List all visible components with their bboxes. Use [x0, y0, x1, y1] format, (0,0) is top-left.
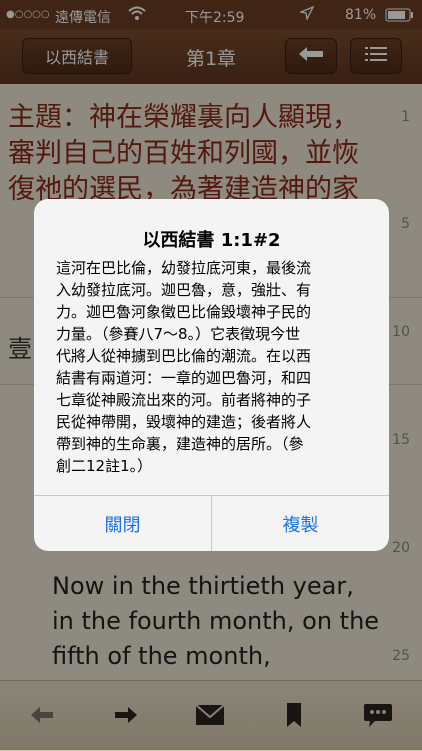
dialog-button-row: 關閉 複製 — [34, 495, 389, 551]
footnote-dialog: 以西結書 1:1#2 這河在巴比倫，幼發拉底河東，最後流 入幼發拉底河。迦巴魯，… — [34, 199, 389, 551]
copy-button[interactable]: 複製 — [212, 496, 389, 551]
close-button[interactable]: 關閉 — [34, 496, 211, 551]
close-button-label: 關閉 — [104, 515, 141, 536]
dialog-body: 這河在巴比倫，幼發拉底河東，最後流 入幼發拉底河。迦巴魯，意，強壯、有 力。迦巴… — [56, 259, 312, 475]
dialog-title: 以西結書 1:1#2 — [142, 230, 281, 251]
copy-button-label: 複製 — [282, 515, 319, 536]
